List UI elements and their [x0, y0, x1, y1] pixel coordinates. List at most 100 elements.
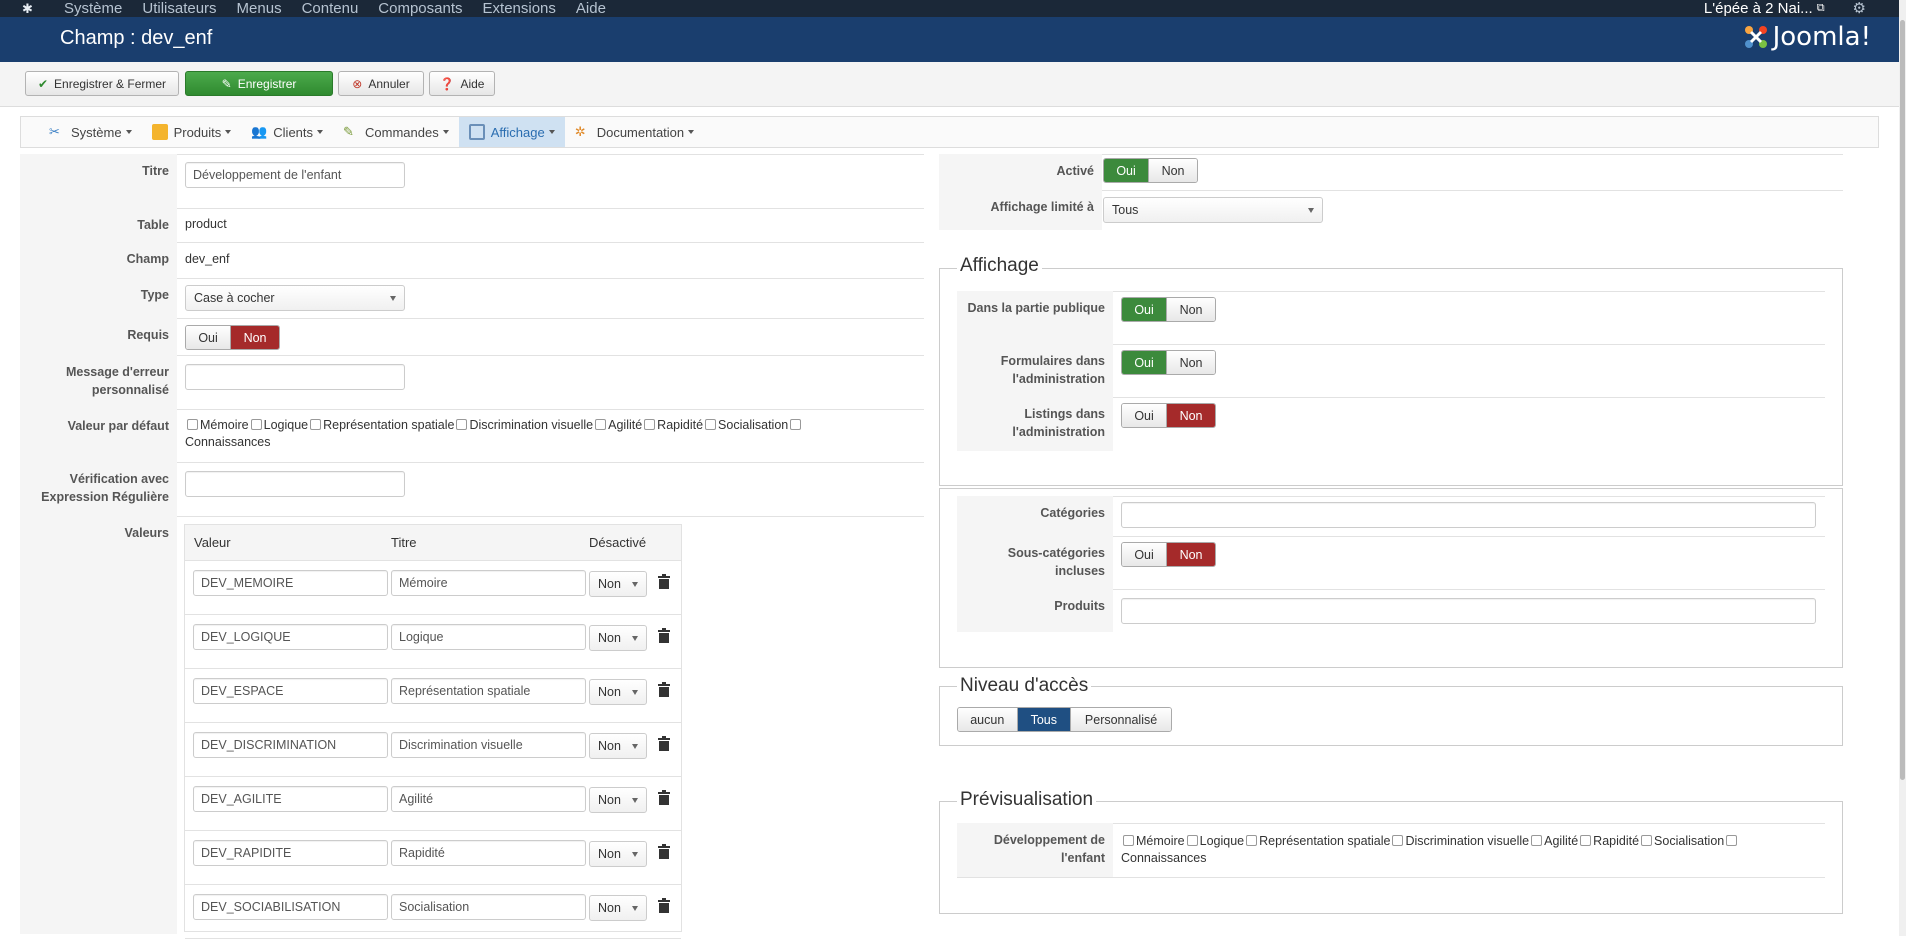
joomla-icon[interactable]: ✱ — [22, 1, 46, 17]
site-name[interactable]: L'épée à 2 Nai... — [1704, 0, 1813, 17]
checkbox-label: Socialisation — [718, 418, 789, 432]
trash-icon[interactable] — [658, 682, 670, 697]
desactive-select[interactable]: Non — [589, 571, 647, 597]
checkbox[interactable] — [644, 419, 656, 430]
checkbox[interactable] — [1580, 835, 1592, 846]
valeur-input[interactable]: DEV_ESPACE — [193, 678, 388, 704]
titre-input[interactable]: Rapidité — [391, 840, 586, 866]
hmenu-produits[interactable]: Produits — [142, 117, 242, 147]
acces-personnalise[interactable]: Personnalisé — [1070, 708, 1171, 731]
message-input[interactable] — [185, 364, 405, 390]
checkbox[interactable] — [1641, 835, 1653, 846]
help-button[interactable]: ❓ Aide — [429, 71, 495, 96]
cancel-button[interactable]: ⊗ Annuler — [338, 71, 424, 96]
hmenu-commandes[interactable]: ✎ Commandes — [333, 117, 459, 147]
produits-input[interactable] — [1121, 598, 1816, 624]
trash-icon[interactable] — [658, 574, 670, 589]
desactive-select[interactable]: Non — [589, 733, 647, 759]
desactive-select[interactable]: Non — [589, 787, 647, 813]
save-button[interactable]: ✎ Enregistrer — [185, 71, 333, 96]
checkbox[interactable] — [1531, 835, 1543, 846]
listings-toggle[interactable]: Oui Non — [1121, 403, 1216, 428]
hmenu-clients[interactable]: 👥 Clients — [241, 117, 333, 147]
checkbox[interactable] — [705, 419, 717, 430]
checkbox[interactable] — [456, 419, 468, 430]
acces-aucun[interactable]: aucun — [958, 708, 1017, 731]
type-select[interactable]: Case à cocher — [185, 285, 405, 311]
valeur-input[interactable]: DEV_AGILITE — [193, 786, 388, 812]
desactive-value: Non — [598, 793, 621, 807]
trash-icon[interactable] — [658, 898, 670, 913]
active-oui[interactable]: Oui — [1104, 159, 1149, 182]
acces-tous[interactable]: Tous — [1016, 708, 1071, 731]
checkbox[interactable] — [1123, 835, 1134, 846]
active-toggle[interactable]: Oui Non — [1103, 158, 1198, 183]
save-close-button[interactable]: ✔ Enregistrer & Fermer — [25, 71, 179, 96]
trash-icon[interactable] — [658, 628, 670, 643]
checkbox[interactable] — [310, 419, 322, 430]
valeur-input[interactable]: DEV_MEMOIRE — [193, 570, 388, 596]
checkbox[interactable] — [790, 419, 802, 430]
gear-icon[interactable]: ⚙ — [1853, 0, 1866, 17]
categories-input[interactable] — [1121, 502, 1816, 528]
desactive-select[interactable]: Non — [589, 841, 647, 867]
requis-non[interactable]: Non — [230, 326, 279, 349]
checkbox[interactable] — [595, 419, 607, 430]
desactive-select[interactable]: Non — [589, 895, 647, 921]
souscat-oui[interactable]: Oui — [1122, 543, 1167, 566]
titre-input[interactable]: Logique — [391, 624, 586, 650]
publique-non[interactable]: Non — [1166, 298, 1215, 321]
listings-oui[interactable]: Oui — [1122, 404, 1167, 427]
valeur-input[interactable]: DEV_SOCIABILISATION — [193, 894, 388, 920]
formulaires-non[interactable]: Non — [1166, 351, 1215, 374]
checkbox[interactable] — [1726, 835, 1738, 846]
page-header: Champ : dev_enf Joomla! — [0, 17, 1906, 62]
trash-icon[interactable] — [658, 790, 670, 805]
publique-oui[interactable]: Oui — [1122, 298, 1167, 321]
titre-input[interactable]: Développement de l'enfant — [185, 162, 405, 188]
listings-non[interactable]: Non — [1166, 404, 1215, 427]
menu-systeme[interactable]: Système — [64, 0, 122, 17]
menu-contenu[interactable]: Contenu — [302, 0, 359, 17]
souscat-non[interactable]: Non — [1166, 543, 1215, 566]
trash-icon[interactable] — [658, 736, 670, 751]
active-non[interactable]: Non — [1148, 159, 1197, 182]
titre-input[interactable]: Discrimination visuelle — [391, 732, 586, 758]
desactive-select[interactable]: Non — [589, 679, 647, 705]
menu-menus[interactable]: Menus — [237, 0, 282, 17]
formulaires-toggle[interactable]: Oui Non — [1121, 350, 1216, 375]
requis-oui[interactable]: Oui — [186, 326, 231, 349]
acces-toggle[interactable]: aucun Tous Personnalisé — [957, 707, 1172, 732]
verif-input[interactable] — [185, 471, 405, 497]
trash-icon[interactable] — [658, 844, 670, 859]
hmenu-documentation[interactable]: ✲ Documentation — [565, 117, 704, 147]
titre-input[interactable]: Mémoire — [391, 570, 586, 596]
desactive-select[interactable]: Non — [589, 625, 647, 651]
page-scrollbar[interactable] — [1899, 0, 1906, 936]
checkbox[interactable] — [187, 419, 198, 430]
valeur-input[interactable]: DEV_DISCRIMINATION — [193, 732, 388, 758]
titre-input[interactable]: Représentation spatiale — [391, 678, 586, 704]
limite-select[interactable]: Tous — [1103, 197, 1323, 223]
checkbox[interactable] — [1392, 835, 1404, 846]
formulaires-oui[interactable]: Oui — [1122, 351, 1167, 374]
hmenu-systeme[interactable]: ✂ Système — [39, 117, 142, 147]
menu-aide[interactable]: Aide — [576, 0, 606, 17]
menu-extensions[interactable]: Extensions — [483, 0, 556, 17]
requis-toggle[interactable]: Oui Non — [185, 325, 280, 350]
col-valeur: Valeur — [194, 535, 231, 550]
site-link[interactable]: L'épée à 2 Nai... ⧉ ⚙ — [1704, 0, 1866, 17]
checkbox[interactable] — [1246, 835, 1258, 846]
checkbox[interactable] — [1186, 835, 1198, 846]
valeur-input[interactable]: DEV_RAPIDITE — [193, 840, 388, 866]
menu-composants[interactable]: Composants — [378, 0, 462, 17]
publique-toggle[interactable]: Oui Non — [1121, 297, 1216, 322]
scrollbar-thumb[interactable] — [1900, 20, 1905, 780]
menu-utilisateurs[interactable]: Utilisateurs — [142, 0, 216, 17]
souscat-toggle[interactable]: Oui Non — [1121, 542, 1216, 567]
checkbox[interactable] — [250, 419, 262, 430]
hmenu-affichage[interactable]: Affichage — [458, 117, 565, 147]
titre-input[interactable]: Agilité — [391, 786, 586, 812]
titre-input[interactable]: Socialisation — [391, 894, 586, 920]
valeur-input[interactable]: DEV_LOGIQUE — [193, 624, 388, 650]
